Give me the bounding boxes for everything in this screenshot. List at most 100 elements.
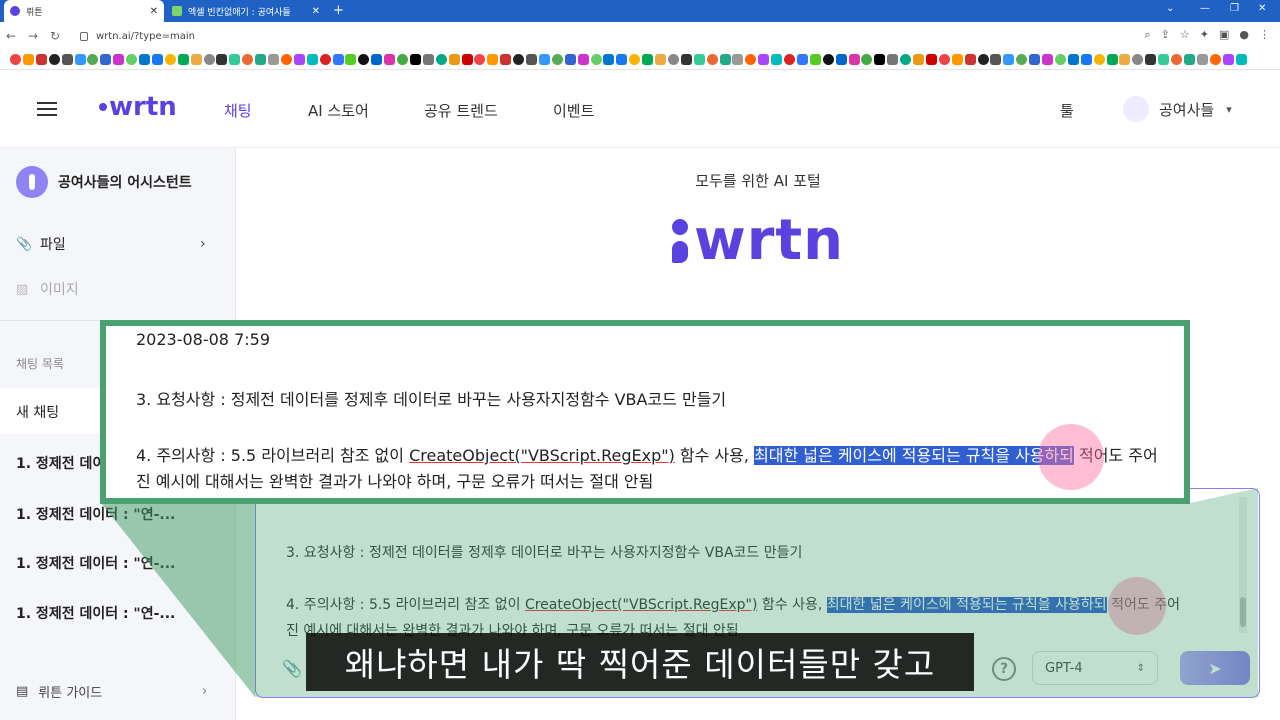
minimize-icon[interactable]: — — [1200, 3, 1210, 14]
bookmark-icon[interactable] — [822, 54, 834, 65]
nav-share-trend[interactable]: 공유 트렌드 — [424, 100, 498, 121]
extensions-icon[interactable]: ✦ — [1200, 28, 1209, 42]
restore-icon[interactable]: ❐ — [1230, 3, 1239, 14]
sidepanel-icon[interactable]: ▣ — [1219, 28, 1229, 42]
bookmark-icon[interactable] — [435, 54, 447, 65]
bookmark-icon[interactable] — [590, 54, 602, 65]
bookmark-icon[interactable] — [1080, 54, 1092, 65]
bookmark-icon[interactable] — [1196, 54, 1208, 65]
bookmark-icon[interactable] — [706, 54, 718, 65]
bookmark-icon[interactable] — [577, 54, 589, 65]
bookmark-icon[interactable] — [216, 54, 228, 65]
help-icon[interactable]: ? — [992, 657, 1016, 681]
bookmark-icon[interactable] — [306, 54, 318, 65]
paperclip-icon[interactable]: 📎 — [282, 659, 302, 678]
bookmark-icon[interactable] — [887, 54, 899, 65]
bookmark-icon[interactable] — [964, 54, 976, 65]
bookmark-icon[interactable] — [358, 54, 370, 65]
nav-ai-store[interactable]: AI 스토어 — [308, 100, 369, 121]
header-logo[interactable]: wrtn — [99, 92, 177, 122]
bookmark-icon[interactable] — [526, 54, 537, 65]
bookmark-icon[interactable] — [242, 54, 254, 65]
bookmark-icon[interactable] — [1093, 54, 1105, 65]
bookmark-icon[interactable] — [229, 54, 241, 65]
sidebar-item-image[interactable]: ▨ 이미지 — [16, 279, 79, 299]
tab-excel[interactable]: 엑셀 빈칸없애기 : 공여사들 ✕ — [166, 0, 326, 22]
send-button[interactable]: ➤ — [1180, 651, 1250, 685]
bookmark-icon[interactable] — [113, 54, 125, 65]
bookmark-icon[interactable] — [1222, 54, 1234, 65]
bookmark-icon[interactable] — [487, 54, 499, 65]
bookmark-icon[interactable] — [538, 54, 550, 65]
user-menu[interactable]: 공여사들 ▾ — [1123, 96, 1232, 122]
bookmark-icon[interactable] — [371, 54, 383, 65]
bookmark-icon[interactable] — [616, 54, 628, 65]
bookmark-icon[interactable] — [151, 54, 163, 65]
bookmark-icon[interactable] — [448, 54, 460, 65]
tab-wrtn[interactable]: 뤼튼 ✕ — [4, 0, 164, 22]
model-select[interactable]: GPT-4 ⇕ — [1032, 651, 1158, 685]
bookmark-icon[interactable] — [513, 54, 525, 65]
bookmark-icon[interactable] — [629, 54, 641, 65]
nav-chat[interactable]: 채팅 — [224, 100, 252, 121]
bookmark-icon[interactable] — [422, 54, 434, 65]
bookmark-icon[interactable] — [784, 54, 795, 65]
bookmark-icon[interactable] — [1016, 54, 1028, 65]
share-icon[interactable]: ⇪ — [1161, 28, 1170, 42]
bookmark-icon[interactable] — [977, 54, 989, 65]
bookmark-icon[interactable] — [203, 54, 215, 65]
profile-icon[interactable]: ● — [1239, 28, 1249, 42]
assistant-profile[interactable]: 공여사들의 어시스턴트 — [16, 166, 192, 198]
bookmark-icon[interactable] — [87, 54, 99, 65]
hamburger-menu-icon[interactable] — [37, 102, 57, 116]
bookmark-icon[interactable] — [771, 54, 783, 65]
bookmark-icon[interactable] — [990, 54, 1002, 65]
bookmark-icon[interactable] — [1054, 54, 1066, 65]
bookmark-icon[interactable] — [835, 54, 847, 65]
bookmark-icon[interactable] — [732, 54, 744, 65]
input-scrollbar[interactable] — [1239, 497, 1247, 633]
bookmark-icon[interactable] — [1235, 54, 1247, 65]
bookmark-icon[interactable] — [693, 54, 705, 65]
bookmark-icon[interactable] — [1067, 54, 1079, 65]
bookmark-icon[interactable] — [409, 54, 421, 65]
bookmark-icon[interactable] — [680, 54, 692, 65]
bookmark-icon[interactable] — [280, 54, 292, 65]
close-icon[interactable]: ✕ — [312, 6, 320, 17]
bookmark-icon[interactable] — [397, 54, 408, 65]
bookmark-icon[interactable] — [74, 54, 86, 65]
wrtn-guide-link[interactable]: ▤ 뤼튼 가이드 › — [16, 682, 216, 701]
bookmark-icon[interactable] — [1183, 54, 1195, 65]
close-icon[interactable]: ✕ — [150, 6, 158, 17]
bookmark-icon[interactable] — [384, 54, 396, 65]
bookmark-icon[interactable] — [164, 54, 176, 65]
bookmark-icon[interactable] — [848, 54, 860, 65]
menu-icon[interactable]: ⋮ — [1259, 28, 1270, 42]
sidebar-item-file[interactable]: 📎 파일 › — [16, 234, 206, 254]
chat-list-item[interactable]: 1. 정제전 데이터 : "연-... — [16, 504, 216, 524]
forward-icon[interactable]: → — [22, 29, 44, 43]
bookmark-icon[interactable] — [1145, 54, 1157, 65]
bookmark-icon[interactable] — [293, 54, 305, 65]
bookmark-icon[interactable] — [22, 54, 34, 65]
bookmark-icon[interactable] — [758, 54, 770, 65]
new-tab-icon[interactable]: + — [333, 3, 344, 18]
bookmark-icon[interactable] — [461, 54, 473, 65]
bookmark-icon[interactable] — [1106, 54, 1118, 65]
bookmark-icon[interactable] — [900, 54, 912, 65]
window-close-icon[interactable]: ✕ — [1258, 3, 1266, 14]
bookmark-icon[interactable] — [48, 54, 60, 65]
bookmark-icon[interactable] — [642, 54, 654, 65]
bookmark-icon[interactable] — [1171, 54, 1182, 65]
nav-event[interactable]: 이벤트 — [553, 100, 594, 121]
bookmark-icon[interactable] — [345, 54, 357, 65]
bookmark-icon[interactable] — [913, 54, 924, 65]
bookmark-icon[interactable] — [667, 54, 679, 65]
bookmark-icon[interactable] — [500, 54, 512, 65]
chevron-down-icon[interactable]: ⌄ — [1166, 3, 1174, 14]
bookmark-icon[interactable] — [603, 54, 615, 65]
tool-button[interactable]: 툴 — [1060, 100, 1074, 121]
bookmark-icon[interactable] — [1132, 54, 1144, 65]
bookmark-icon[interactable] — [874, 54, 886, 65]
bookmark-icon[interactable] — [551, 54, 563, 65]
